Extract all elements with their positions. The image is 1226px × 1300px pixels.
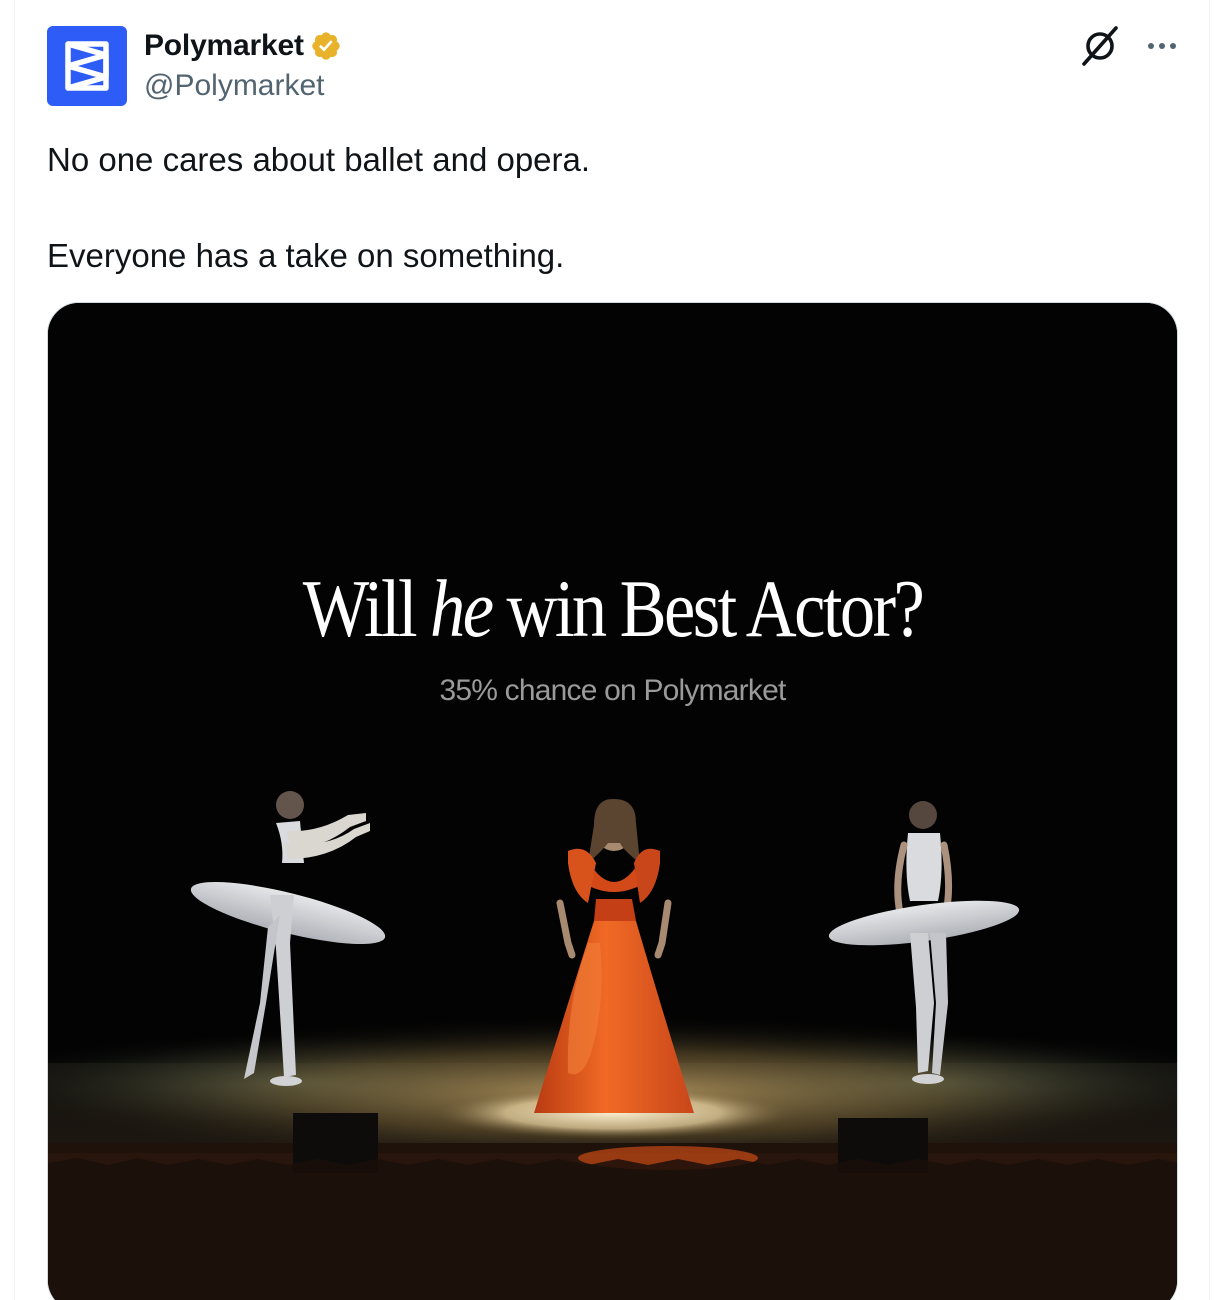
grok-icon[interactable] bbox=[1078, 24, 1122, 68]
media-subline: 35% chance on Polymarket bbox=[439, 674, 786, 707]
polymarket-logo-icon bbox=[65, 41, 109, 91]
more-dots-icon[interactable] bbox=[1144, 28, 1180, 64]
tweet-text-line-1: No one cares about ballet and opera. bbox=[47, 141, 591, 178]
tweet-text-line-2: Everyone has a take on something. bbox=[47, 237, 565, 274]
author-handle[interactable]: @Polymarket bbox=[144, 68, 325, 104]
headline-prefix: Will bbox=[302, 563, 431, 654]
tweet-text: No one cares about ballet and opera. Eve… bbox=[47, 138, 1167, 278]
media-headline: Will he win Best Actor? bbox=[127, 561, 1098, 657]
tweet-top-actions bbox=[1078, 24, 1180, 68]
stage-scene-image bbox=[48, 303, 1177, 1300]
avatar[interactable] bbox=[47, 26, 127, 106]
headline-suffix: win Best Actor? bbox=[491, 563, 925, 654]
headline-emphasis: he bbox=[430, 563, 494, 654]
author-name-row[interactable]: Polymarket bbox=[144, 28, 342, 64]
tweet-media-video[interactable]: Will he win Best Actor? 35% chance on Po… bbox=[47, 302, 1178, 1300]
verified-badge-icon[interactable] bbox=[310, 30, 342, 62]
author-display-name[interactable]: Polymarket bbox=[144, 28, 304, 64]
